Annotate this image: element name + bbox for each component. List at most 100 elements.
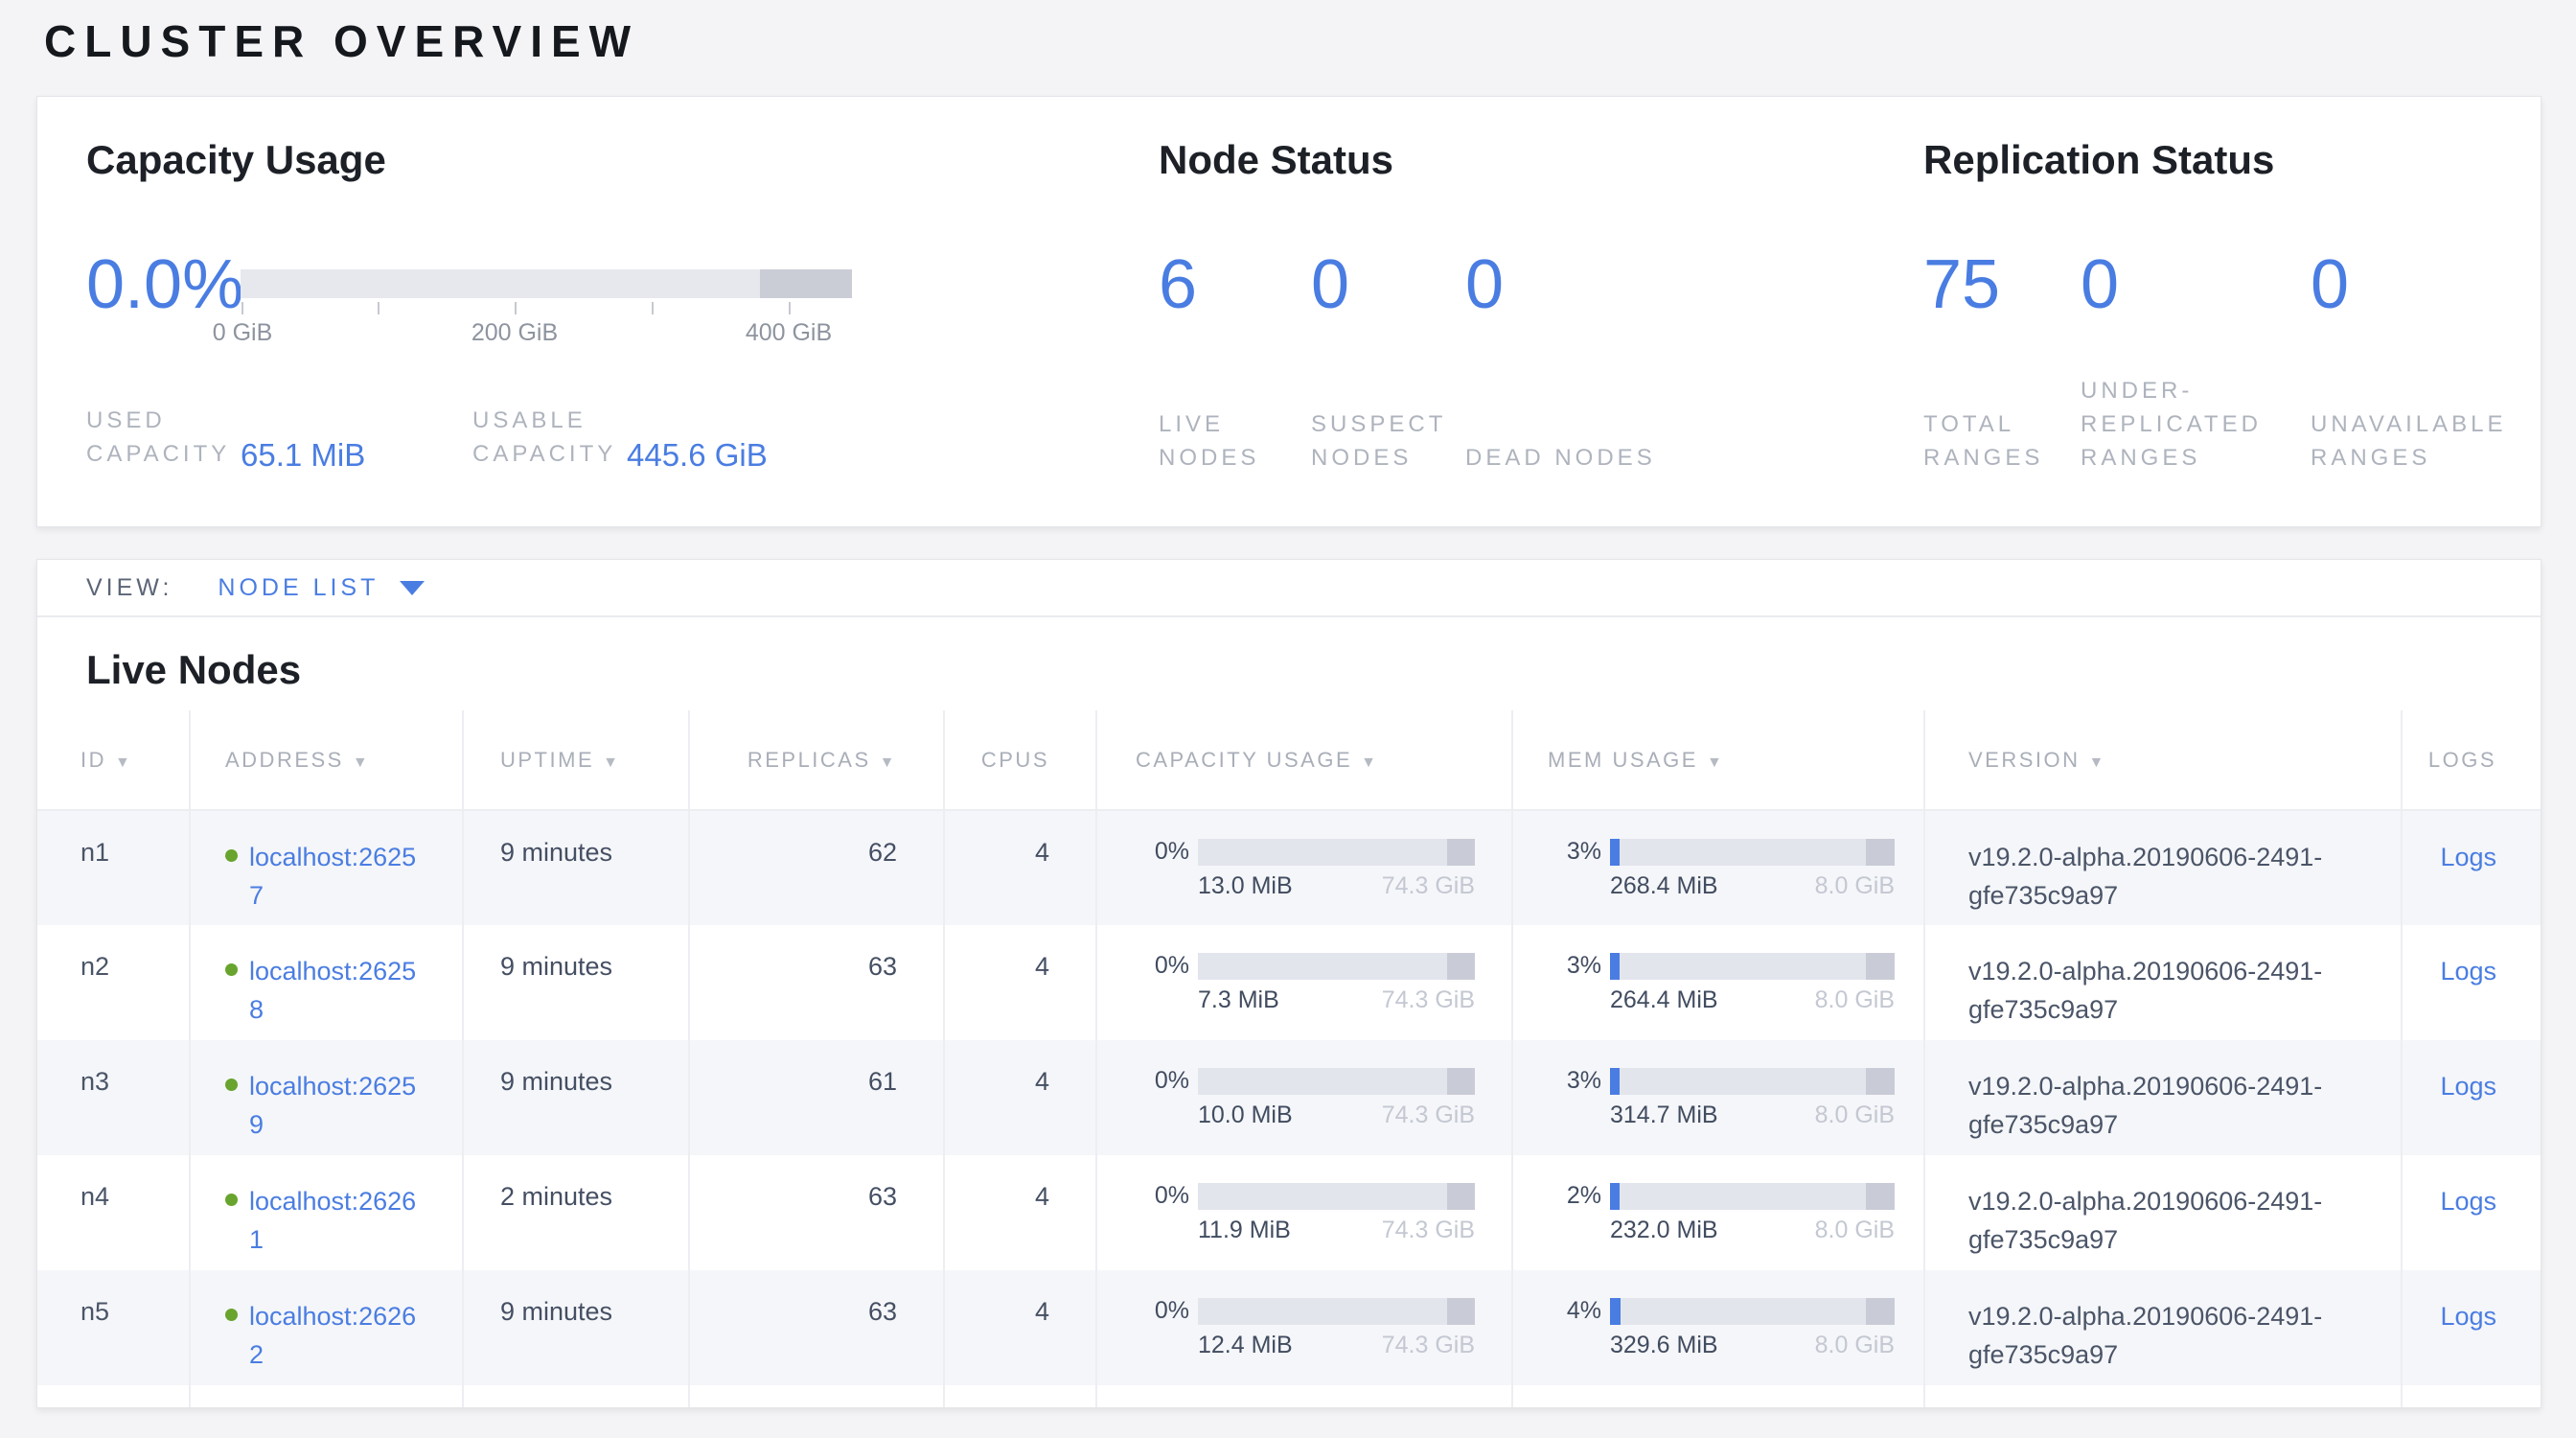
total-ranges-label: TOTAL RANGES — [1923, 407, 2081, 475]
node-logs-cell: Logs — [2402, 1155, 2542, 1270]
node-memory-cell: 2% 232.0 MiB8.0 GiB — [1512, 1155, 1924, 1270]
logs-link[interactable]: Logs — [2440, 957, 2496, 986]
node-id: n4 — [37, 1155, 190, 1270]
column-header-address[interactable]: ADDRESS▼ — [190, 710, 463, 810]
bar-fill — [1610, 953, 1620, 980]
sort-desc-icon: ▼ — [353, 754, 370, 771]
node-capacity-cell: 0% 12.4 MiB74.3 GiB — [1096, 1270, 1512, 1385]
node-live-dot-icon — [225, 1309, 238, 1321]
node-address-cell: localhost:26262 — [190, 1270, 463, 1385]
view-dropdown[interactable]: NODE LIST — [218, 574, 425, 602]
column-header-id[interactable]: ID▼ — [37, 710, 190, 810]
capacity-usage-chart: 0 GiB 200 GiB 400 GiB — [241, 269, 852, 298]
column-header-capacity-usage[interactable]: CAPACITY USAGE▼ — [1096, 710, 1512, 810]
node-address-link[interactable]: localhost:26257 — [249, 838, 420, 915]
empty-cell — [1096, 1385, 1512, 1408]
capacity-usage-section: Capacity Usage 0.0% 0 GiB 200 GiB 400 Gi… — [86, 97, 949, 526]
node-memory-cell: 3% 268.4 MiB8.0 GiB — [1512, 810, 1924, 925]
capacity-used-percent: 0.0% — [86, 248, 243, 321]
total-ranges-count: 75 — [1923, 248, 2081, 321]
axis-tick — [378, 302, 380, 314]
capacity-usage-title: Capacity Usage — [86, 137, 386, 183]
node-address-link[interactable]: localhost:26258 — [249, 952, 420, 1029]
view-selected-value: NODE LIST — [218, 574, 379, 602]
bar-fill — [1610, 1183, 1620, 1210]
usable-capacity-value: 445.6 GiB — [627, 437, 768, 474]
memory-total-value: 8.0 GiB — [1815, 986, 1895, 1014]
replication-status-title: Replication Status — [1923, 137, 2274, 183]
capacity-usage-bar — [1198, 953, 1475, 980]
node-status-section: Node Status 6 0 0 LIVE NODES SUSPECT NOD… — [1159, 97, 1849, 526]
bar-fill — [1610, 1068, 1620, 1095]
memory-total-value: 8.0 GiB — [1815, 872, 1895, 900]
node-id: n5 — [37, 1270, 190, 1385]
capacity-bar — [241, 269, 852, 298]
node-uptime: 9 minutes — [463, 925, 689, 1040]
under-replicated-ranges-label: UNDER-REPLICATED RANGES — [2081, 374, 2311, 475]
logs-link[interactable]: Logs — [2440, 1302, 2496, 1331]
memory-percent: 3% — [1548, 1067, 1601, 1095]
node-logs-cell: Logs — [2402, 925, 2542, 1040]
node-live-dot-icon — [225, 849, 238, 862]
node-capacity-cell: 0% 11.9 MiB74.3 GiB — [1096, 1155, 1512, 1270]
logs-link[interactable]: Logs — [2440, 1072, 2496, 1101]
bar-reserved-segment — [1866, 1183, 1895, 1210]
mem-usage-bar — [1610, 1183, 1895, 1210]
node-address-link[interactable]: localhost:26262 — [249, 1297, 420, 1374]
live-nodes-title: Live Nodes — [86, 646, 2541, 694]
suspect-nodes-label: SUSPECT NODES — [1311, 407, 1465, 475]
table-row: n1 localhost:26257 9 minutes 62 4 0% 13.… — [37, 810, 2542, 925]
node-uptime: 9 minutes — [463, 1270, 689, 1385]
capacity-usage-bar — [1198, 839, 1475, 866]
empty-cell — [190, 1385, 463, 1408]
live-nodes-label: LIVE NODES — [1159, 407, 1311, 475]
empty-cell — [1924, 1385, 2402, 1408]
node-address-link[interactable]: localhost:26259 — [249, 1067, 420, 1144]
node-logs-cell: Logs — [2402, 1270, 2542, 1385]
capacity-percent: 0% — [1136, 952, 1189, 980]
memory-percent: 4% — [1548, 1297, 1601, 1325]
table-row: n5 localhost:26262 9 minutes 63 4 0% 12.… — [37, 1270, 2542, 1385]
memory-used-value: 314.7 MiB — [1610, 1102, 1718, 1129]
nodes-card: VIEW: NODE LIST Live Nodes ID▼ ADDRESS▼ … — [36, 559, 2542, 1408]
column-header-replicas[interactable]: REPLICAS▼ — [689, 710, 944, 810]
empty-cell — [689, 1385, 944, 1408]
node-address-link[interactable]: localhost:26261 — [249, 1182, 420, 1259]
bar-reserved-segment — [1447, 1068, 1475, 1095]
capacity-used-value: 13.0 MiB — [1198, 872, 1293, 900]
logs-link[interactable]: Logs — [2440, 843, 2496, 871]
logs-link[interactable]: Logs — [2440, 1187, 2496, 1216]
node-capacity-cell: 0% 7.3 MiB74.3 GiB — [1096, 925, 1512, 1040]
sort-desc-icon: ▼ — [115, 754, 132, 771]
node-logs-cell: Logs — [2402, 810, 2542, 925]
unavailable-ranges-count: 0 — [2311, 248, 2541, 321]
used-capacity-label: USED CAPACITY — [86, 404, 241, 471]
capacity-usage-bar — [1198, 1183, 1475, 1210]
empty-cell — [1512, 1385, 1924, 1408]
node-address-cell: localhost:26259 — [190, 1040, 463, 1155]
column-header-version[interactable]: VERSION▼ — [1924, 710, 2402, 810]
usable-capacity-stat: USABLE CAPACITY 445.6 GiB — [472, 404, 768, 471]
dead-nodes-count: 0 — [1465, 248, 1676, 321]
memory-used-value: 268.4 MiB — [1610, 872, 1718, 900]
column-header-mem-usage[interactable]: MEM USAGE▼ — [1512, 710, 1924, 810]
axis-tick-label: 0 GiB — [213, 319, 273, 347]
sort-desc-icon: ▼ — [880, 754, 897, 771]
node-capacity-cell: 0% 10.0 MiB74.3 GiB — [1096, 1040, 1512, 1155]
live-nodes-count: 6 — [1159, 248, 1311, 321]
table-header-row: ID▼ ADDRESS▼ UPTIME▼ REPLICAS▼ CPUS CAPA… — [37, 710, 2542, 810]
dropdown-caret-icon — [400, 581, 425, 595]
node-replicas: 62 — [689, 810, 944, 925]
mem-usage-bar — [1610, 1298, 1895, 1325]
axis-tick-label: 400 GiB — [746, 319, 832, 347]
capacity-total-value: 74.3 GiB — [1382, 1217, 1475, 1244]
memory-total-value: 8.0 GiB — [1815, 1102, 1895, 1129]
bar-reserved-segment — [1866, 1068, 1895, 1095]
column-header-uptime[interactable]: UPTIME▼ — [463, 710, 689, 810]
node-status-title: Node Status — [1159, 137, 1393, 183]
node-replicas: 63 — [689, 1270, 944, 1385]
node-version: v19.2.0-alpha.20190606-2491-gfe735c9a97 — [1924, 1040, 2402, 1155]
capacity-percent: 0% — [1136, 838, 1189, 866]
node-cpus: 4 — [944, 1155, 1096, 1270]
bar-reserved-segment — [1866, 1298, 1895, 1325]
